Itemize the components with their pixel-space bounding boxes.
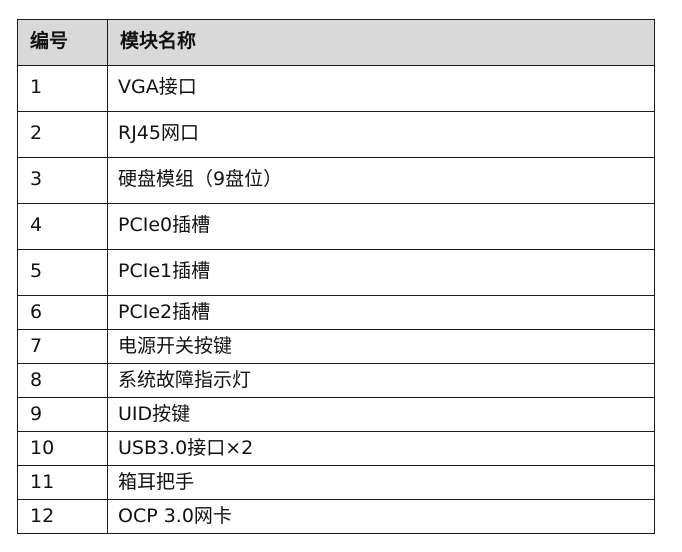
row-number: 1	[17, 65, 108, 112]
table-row: 8 系统故障指示灯	[17, 363, 655, 398]
table-header-row: 编号 模块名称	[17, 19, 655, 66]
row-module-name: PCIe0插槽	[107, 203, 655, 250]
row-module-name: 箱耳把手	[107, 465, 655, 500]
header-number: 编号	[17, 19, 108, 66]
row-module-name: 电源开关按键	[107, 329, 655, 364]
module-table: 编号 模块名称 1 VGA接口 2 RJ45网口 3 硬盘模组（9盘位） 4 P…	[17, 19, 655, 534]
row-number: 6	[17, 295, 108, 330]
table-row: 6 PCIe2插槽	[17, 295, 655, 330]
table-row: 2 RJ45网口	[17, 111, 655, 158]
row-number: 3	[17, 157, 108, 204]
row-number: 4	[17, 203, 108, 250]
table-row: 3 硬盘模组（9盘位）	[17, 157, 655, 204]
row-number: 11	[17, 465, 108, 500]
row-module-name: PCIe2插槽	[107, 295, 655, 330]
table-row: 10 USB3.0接口×2	[17, 431, 655, 466]
row-number: 12	[17, 499, 108, 534]
table-row: 5 PCIe1插槽	[17, 249, 655, 296]
row-number: 2	[17, 111, 108, 158]
row-module-name: UID按键	[107, 397, 655, 432]
row-number: 7	[17, 329, 108, 364]
table-row: 12 OCP 3.0网卡	[17, 499, 655, 534]
table-row: 1 VGA接口	[17, 65, 655, 112]
row-module-name: OCP 3.0网卡	[107, 499, 655, 534]
row-module-name: 硬盘模组（9盘位）	[107, 157, 655, 204]
table-row: 9 UID按键	[17, 397, 655, 432]
row-module-name: VGA接口	[107, 65, 655, 112]
table-row: 4 PCIe0插槽	[17, 203, 655, 250]
row-number: 5	[17, 249, 108, 296]
table-row: 7 电源开关按键	[17, 329, 655, 364]
row-number: 9	[17, 397, 108, 432]
row-number: 10	[17, 431, 108, 466]
row-module-name: RJ45网口	[107, 111, 655, 158]
row-module-name: PCIe1插槽	[107, 249, 655, 296]
row-module-name: 系统故障指示灯	[107, 363, 655, 398]
row-module-name: USB3.0接口×2	[107, 431, 655, 466]
row-number: 8	[17, 363, 108, 398]
header-module-name: 模块名称	[107, 19, 655, 66]
table-row: 11 箱耳把手	[17, 465, 655, 500]
